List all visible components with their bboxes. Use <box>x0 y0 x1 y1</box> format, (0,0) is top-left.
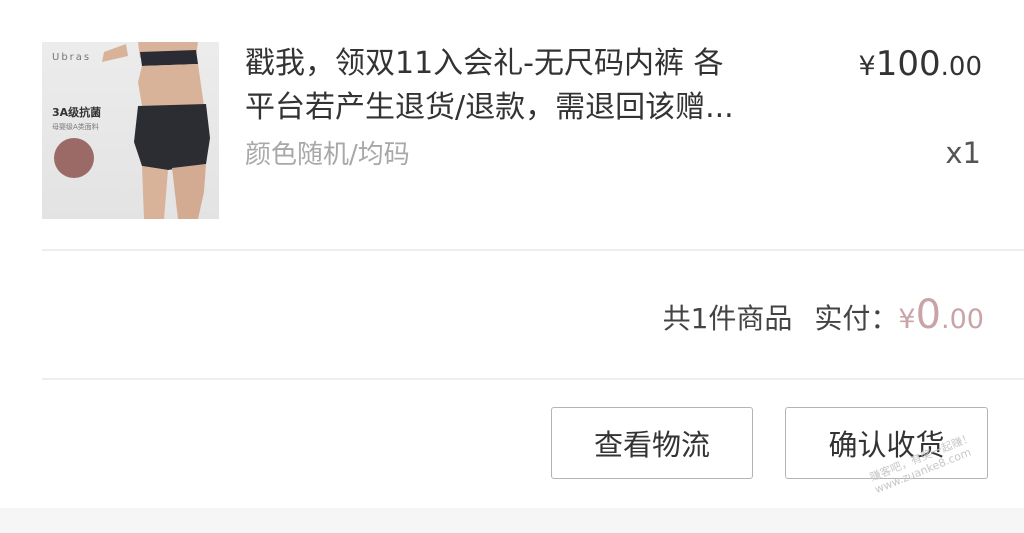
product-thumbnail[interactable]: Ubras 3A级抗菌 母婴级A类面料 <box>42 42 219 219</box>
amount-integer: 0 <box>915 292 942 338</box>
amount-currency: ¥ <box>898 304 916 335</box>
product-title-line-2: 平台若产生退货/退款，需退回该赠... <box>245 90 734 125</box>
divider <box>42 378 1024 380</box>
paid-amount: ¥0.00 <box>898 292 984 338</box>
price-decimal: .00 <box>940 52 982 82</box>
product-title-line-1: 戳我，领双11入会礼-无尺码内裤 各 <box>245 46 724 81</box>
item-count: 共1件商品 <box>662 302 793 335</box>
fabric-swatch <box>54 138 94 178</box>
product-quantity: x1 <box>945 136 981 170</box>
thumbnail-brand: Ubras <box>52 52 92 63</box>
thumbnail-tag: 3A级抗菌 <box>52 106 102 119</box>
view-logistics-button[interactable]: 查看物流 <box>551 407 753 479</box>
product-variant: 颜色随机/均码 <box>245 140 410 170</box>
thumbnail-tag-sub: 母婴级A类面料 <box>52 123 99 131</box>
model-figure <box>102 42 210 219</box>
product-price: ¥100.00 <box>859 44 982 84</box>
order-summary: 共1件商品 实付： ¥0.00 <box>663 292 984 338</box>
price-currency: ¥ <box>858 51 876 82</box>
price-integer: 100 <box>875 44 941 84</box>
paid-label: 实付： <box>814 302 899 335</box>
amount-decimal: .00 <box>941 304 984 335</box>
order-card: Ubras 3A级抗菌 母婴级A类面料 戳我，领双11入会礼-无尺码内裤 各 平… <box>0 0 1024 508</box>
divider <box>42 249 1024 251</box>
product-title[interactable]: 戳我，领双11入会礼-无尺码内裤 各 平台若产生退货/退款，需退回该赠... <box>245 42 805 130</box>
